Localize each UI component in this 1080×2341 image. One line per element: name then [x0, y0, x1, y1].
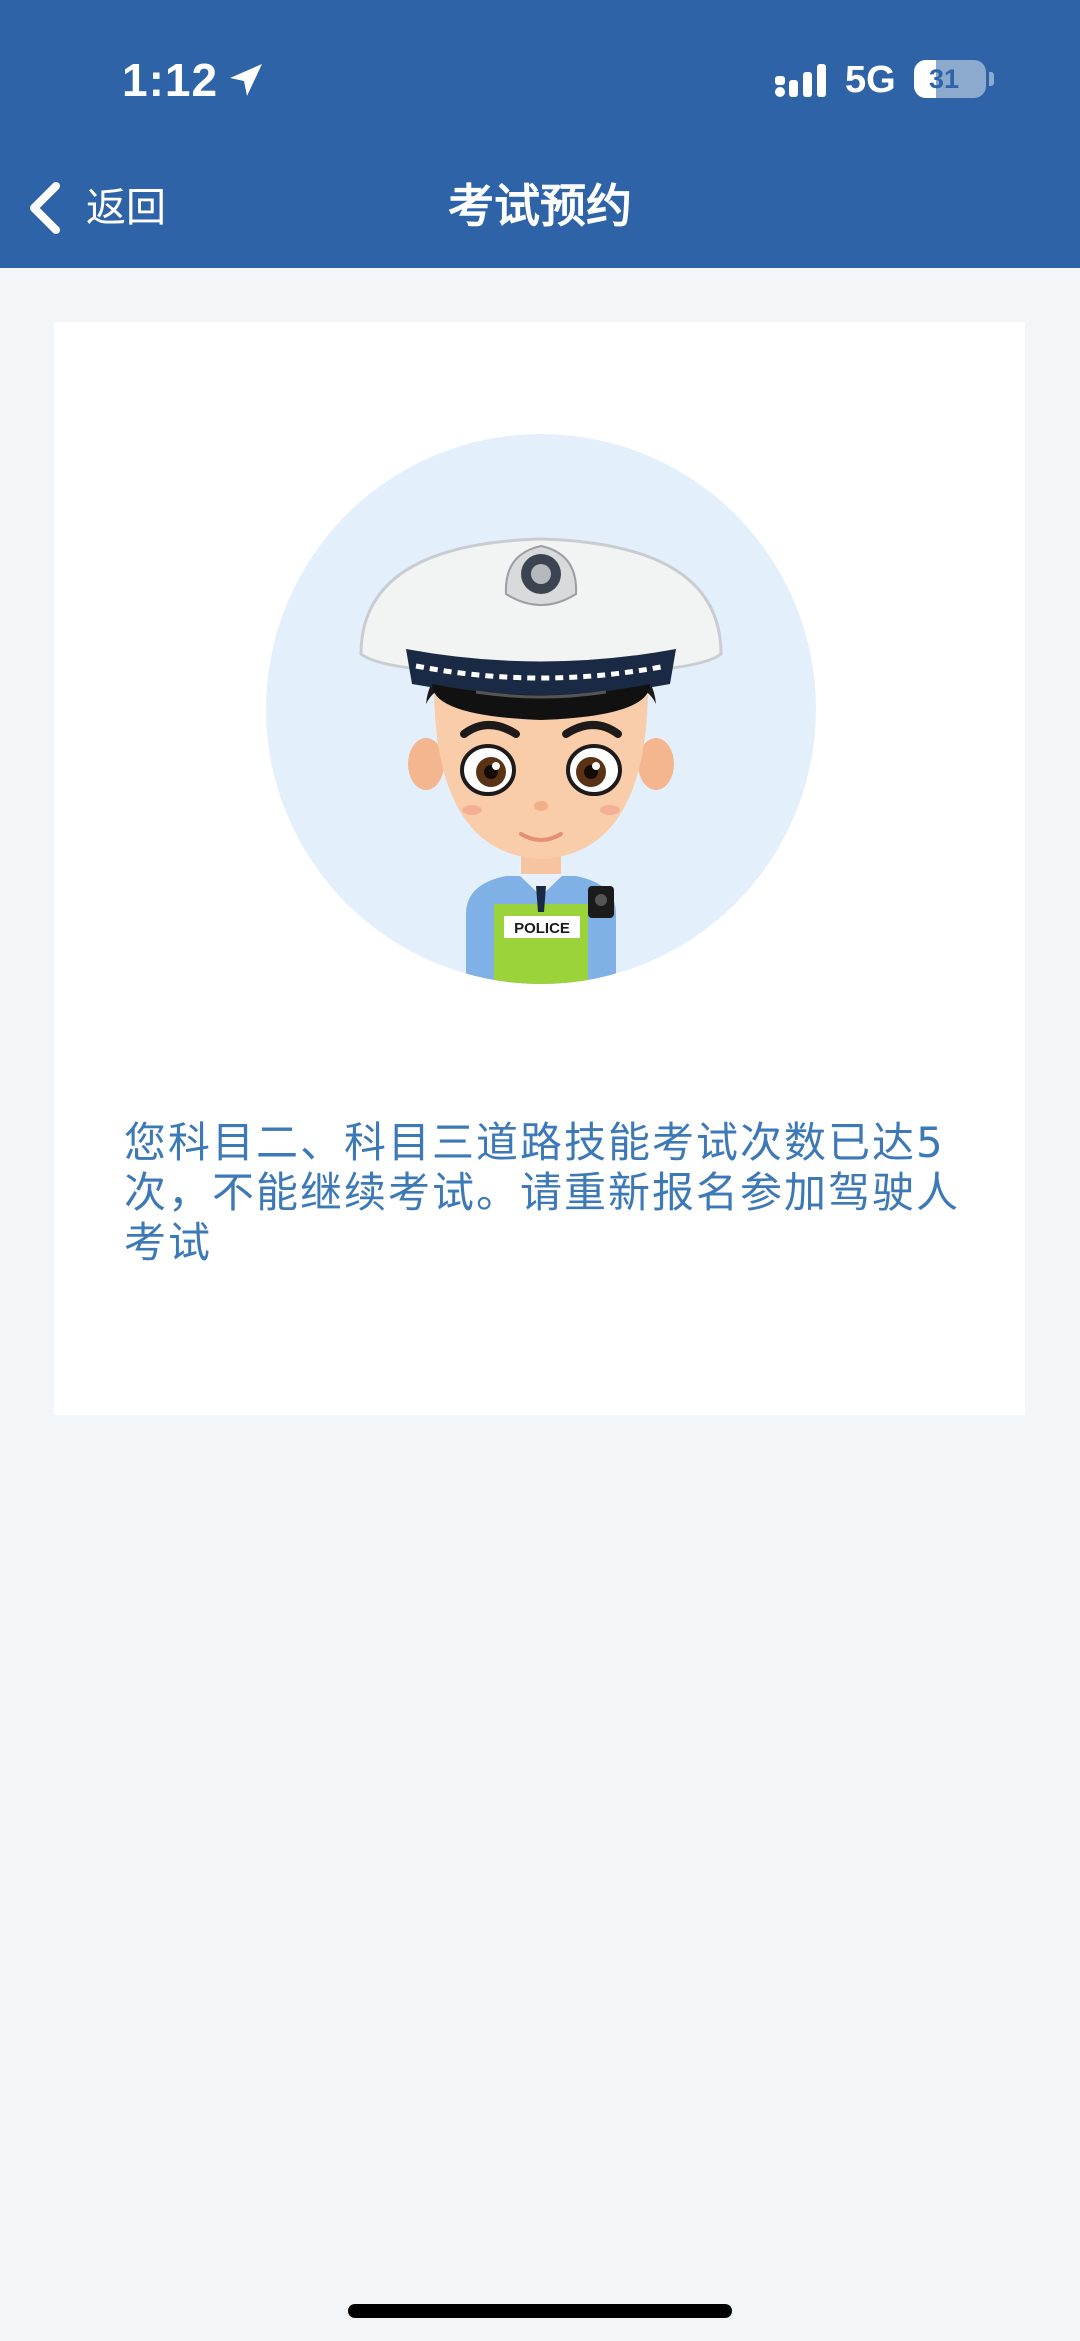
- location-arrow-icon: [230, 64, 262, 96]
- svg-text:POLICE: POLICE: [514, 920, 570, 937]
- status-time: 1:12: [122, 54, 219, 106]
- cellular-signal-icon: [775, 64, 826, 97]
- exam-limit-message: 您科目二、科目三道路技能考试次数已达5次，不能继续考试。请重新报名参加驾驶人考试: [124, 1118, 961, 1267]
- battery-nub: [989, 72, 994, 86]
- police-officer-avatar: POLICE: [266, 434, 816, 984]
- nav-header: 1:12 5G 31 返回 考试预约: [0, 0, 1080, 268]
- network-type: 5G: [845, 59, 896, 101]
- page-title: 考试预约: [448, 179, 632, 233]
- battery-icon: 31: [914, 60, 986, 98]
- back-label: 返回: [86, 185, 166, 231]
- home-indicator[interactable]: [348, 2304, 732, 2318]
- chevron-left-icon: [30, 182, 60, 234]
- battery-level: 31: [928, 64, 960, 94]
- result-card: POLICE 您科目二、科目三道路技能考试次数已达5次，不能继续考试。请重新报名…: [54, 322, 1025, 1415]
- back-button[interactable]: 返回: [20, 170, 190, 246]
